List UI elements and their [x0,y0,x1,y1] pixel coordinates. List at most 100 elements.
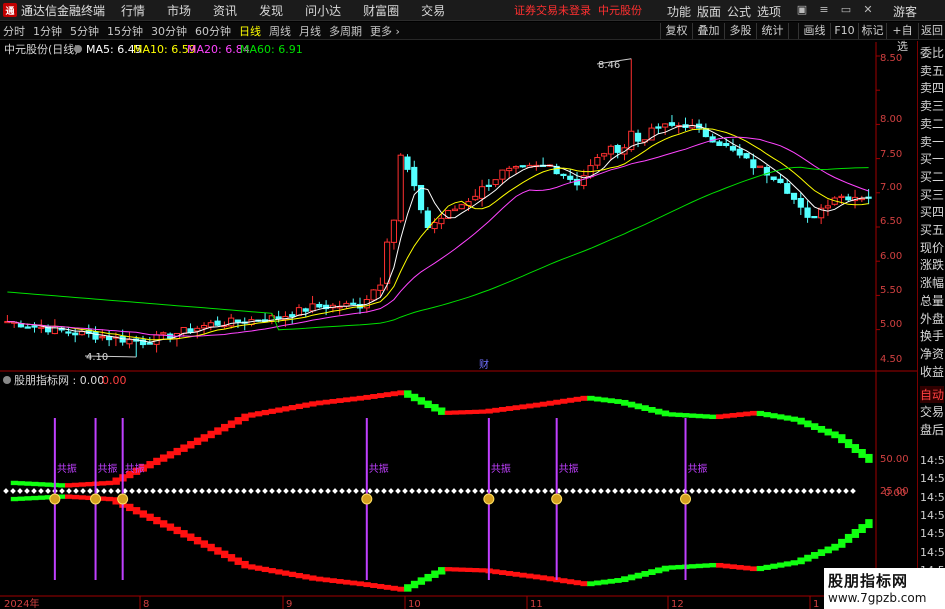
zero-line-dot [283,488,289,494]
add-watchlist-button[interactable]: +自选 [886,23,918,53]
draw-line-button[interactable]: 画线 [798,23,830,39]
date-axis: 2024年 8 9 10 11 12 1 [4,597,819,609]
period-60min[interactable]: 60分钟 [195,23,231,39]
resonance-coin-icon [680,493,692,505]
indicator-lower-step [282,570,290,576]
menu-formula[interactable]: 公式 [727,3,751,20]
watermark: 股朋指标网 www.7gpzb.com [824,568,945,609]
close-icon[interactable]: ✕ [861,3,875,17]
date-tick: 1 [813,599,819,609]
zero-line-dot [234,488,240,494]
zero-line-dot [206,488,212,494]
indicator-lower-step [702,563,710,568]
indicator-upper-step [736,412,744,417]
adjust-button[interactable]: 复权 [660,23,692,39]
indicator-settings-icon[interactable] [3,376,11,384]
zero-line-dot [45,488,51,494]
candle-body [194,327,201,332]
menu-item-ask[interactable]: 问小达 [305,2,341,19]
candle-body [743,153,750,159]
side-item: 买四 [920,205,945,220]
resonance-coin-icon [90,493,102,505]
chart-area[interactable]: 共振 共振 共振 共振 共振 共振 共振 中元股份(日线) MA5: 6.45 MA10: … [0,40,917,609]
candle-body [228,317,235,327]
menu-options[interactable]: 选项 [757,3,781,20]
indicator-lower-step [227,554,236,562]
menu-function[interactable]: 功能 [667,3,691,20]
menu-item-wealth[interactable]: 财富圈 [363,2,399,19]
candle-body [411,166,418,187]
candle-body [316,303,323,308]
side-auto-label[interactable]: 自动 [920,386,945,403]
indicator-upper-step [844,439,853,449]
period-15min[interactable]: 15分钟 [107,23,143,39]
period-daily[interactable]: 日线 [239,23,261,39]
indicator-upper-step [661,410,670,417]
zero-line-dot [367,488,373,494]
menu-item-discover[interactable]: 发现 [259,2,283,19]
guest-label[interactable]: 游客 [893,3,917,20]
period-multi[interactable]: 多周期 [329,23,362,39]
indicator-upper-step [282,406,290,412]
indicator-lower-step [580,581,588,587]
login-notice[interactable]: 证券交易未登录 中元股份 [514,2,642,18]
zero-line-dot [87,488,93,494]
indicator-lower-step [539,575,548,581]
indicator-upper-step [336,398,344,403]
back-button[interactable]: 返回 [918,23,945,39]
indicator-upper-step [288,405,297,411]
menu-item-quotes[interactable]: 行情 [121,2,145,19]
f10-button[interactable]: F10 [830,23,858,39]
window-icon[interactable]: ▭ [839,3,853,17]
indicator-lower-step [790,560,799,566]
side-item: 卖五 [920,63,945,78]
period-5min[interactable]: 5分钟 [70,23,99,39]
indicator-upper-step [302,402,310,408]
menu-icon[interactable]: ≡ [817,3,831,17]
indicator-upper-step [553,399,561,405]
indicator-upper-step [600,397,609,403]
ma60-label: MA60: 6.91 [240,43,303,56]
indicator-upper-step [159,454,168,462]
indicator-upper-step [485,408,493,414]
zero-line-dot [80,488,86,494]
settings-icon[interactable] [74,45,82,53]
skin-icon[interactable]: ▣ [795,3,809,17]
indicator-upper-step [851,444,860,453]
mark-button[interactable]: 标记 [858,23,886,39]
indicator-lower-step [370,583,378,588]
indicator-lower-step [844,533,853,543]
period-30min[interactable]: 30分钟 [151,23,187,39]
menu-bar: 通 通达信金融终端 行情 市场 资讯 发现 问小达 财富圈 交易 证券交易未登录… [0,0,945,21]
indicator-tick: 50.00 [880,454,909,465]
menu-layout[interactable]: 版面 [697,3,721,20]
indicator-lower-step [804,554,812,562]
period-monthly[interactable]: 月线 [299,23,321,39]
indicator-upper-step [227,420,236,428]
period-more[interactable]: 更多 › [370,23,400,39]
period-weekly[interactable]: 周线 [269,23,291,39]
menu-item-news[interactable]: 资讯 [213,2,237,19]
zero-line-dot [675,488,681,494]
side-item: 买一 [920,152,945,167]
stats-button[interactable]: 统计 [756,23,788,39]
indicator-lower-step [37,495,46,500]
resonance-label: 共振 [98,462,118,475]
zero-line-dot [423,488,429,494]
zero-line-dot [31,488,37,494]
menu-item-trade[interactable]: 交易 [421,2,445,19]
period-1min[interactable]: 1分钟 [33,23,62,39]
candle-body [350,302,357,305]
financial-event-marker[interactable]: 财 [479,358,489,371]
period-timeshare[interactable]: 分时 [3,23,25,39]
indicator-upper-step [777,414,785,420]
menu-item-market[interactable]: 市场 [167,2,191,19]
overlay-button[interactable]: 叠加 [692,23,724,39]
zero-line-dot [794,488,800,494]
indicator-upper-step [193,437,202,446]
candle-body [634,132,642,142]
indicator-lower-step [526,573,534,579]
multi-stock-button[interactable]: 多股 [724,23,756,39]
indicator-lower-step [675,564,683,570]
zero-line-dot [612,488,618,494]
